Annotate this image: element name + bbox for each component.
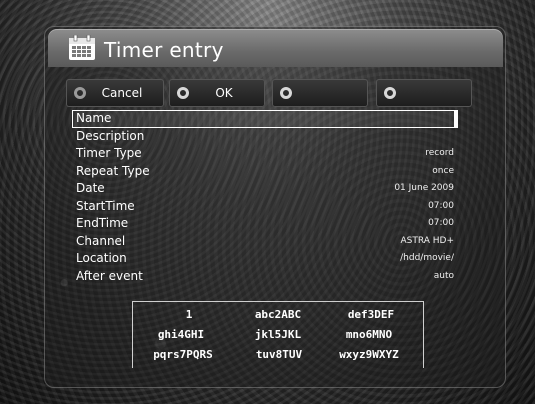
field-date[interactable]: Date 01 June 2009: [72, 180, 458, 198]
field-label: Repeat Type: [76, 163, 150, 178]
field-end-time[interactable]: EndTime 07:00: [72, 215, 458, 233]
field-value: 07:00: [428, 218, 454, 228]
cancel-button-label: Cancel: [101, 86, 143, 100]
window-title: Timer entry: [104, 38, 224, 62]
field-value: ASTRA HD+: [400, 235, 454, 246]
field-label: Description: [76, 128, 145, 143]
field-after-event[interactable]: After event auto: [72, 268, 458, 286]
field-channel[interactable]: Channel ASTRA HD+: [72, 233, 458, 251]
field-label: Channel: [76, 233, 126, 248]
field-repeat-type[interactable]: Repeat Type once: [72, 163, 458, 181]
timer-fields-list: Name Description Timer Type record Repea…: [72, 110, 458, 285]
field-start-time[interactable]: StartTime 07:00: [72, 198, 458, 216]
button-bar: Cancel OK: [66, 79, 474, 107]
field-label: Timer Type: [76, 146, 142, 160]
field-label: Name: [76, 111, 112, 125]
field-value: 01 June 2009: [394, 183, 454, 193]
field-value: /hdd/movie/: [400, 253, 454, 263]
ok-button[interactable]: OK: [169, 79, 265, 107]
cancel-button[interactable]: Cancel: [66, 79, 164, 107]
field-label: EndTime: [76, 216, 129, 230]
ok-button-label: OK: [215, 86, 233, 100]
keypad-key-2[interactable]: abc2ABC: [230, 308, 326, 321]
field-description[interactable]: Description: [72, 128, 458, 146]
field-label: StartTime: [76, 198, 135, 213]
field-location[interactable]: Location /hdd/movie/: [72, 250, 458, 268]
keypad-key-1[interactable]: 1: [141, 308, 237, 321]
calendar-icon: [68, 34, 96, 61]
keypad-key-9[interactable]: wxyz9WXYZ: [321, 348, 417, 361]
yellow-button[interactable]: [272, 79, 368, 107]
keypad-key-7[interactable]: pqrs7PQRS: [135, 348, 231, 361]
field-label: After event: [76, 268, 143, 283]
text-input-keypad: 1 abc2ABC def3DEF ghi4GHI jkl5JKL mno6MN…: [132, 301, 424, 368]
field-value: 07:00: [428, 200, 454, 211]
keypad-key-6[interactable]: mno6MNO: [321, 328, 417, 341]
blue-key-icon: [384, 87, 396, 99]
field-label: Date: [76, 181, 105, 195]
field-value: once: [432, 165, 454, 176]
yellow-key-icon: [280, 87, 292, 99]
field-name[interactable]: Name: [72, 110, 458, 128]
keypad-key-8[interactable]: tuv8TUV: [231, 348, 327, 361]
keypad-key-5[interactable]: jkl5JKL: [230, 328, 326, 341]
keypad-key-4[interactable]: ghi4GHI: [133, 328, 229, 341]
blue-button[interactable]: [376, 79, 472, 107]
field-value: record: [425, 148, 454, 158]
field-timer-type[interactable]: Timer Type record: [72, 145, 458, 163]
keypad-key-3[interactable]: def3DEF: [323, 308, 419, 321]
field-value: auto: [433, 270, 454, 281]
field-label: Location: [76, 251, 127, 265]
